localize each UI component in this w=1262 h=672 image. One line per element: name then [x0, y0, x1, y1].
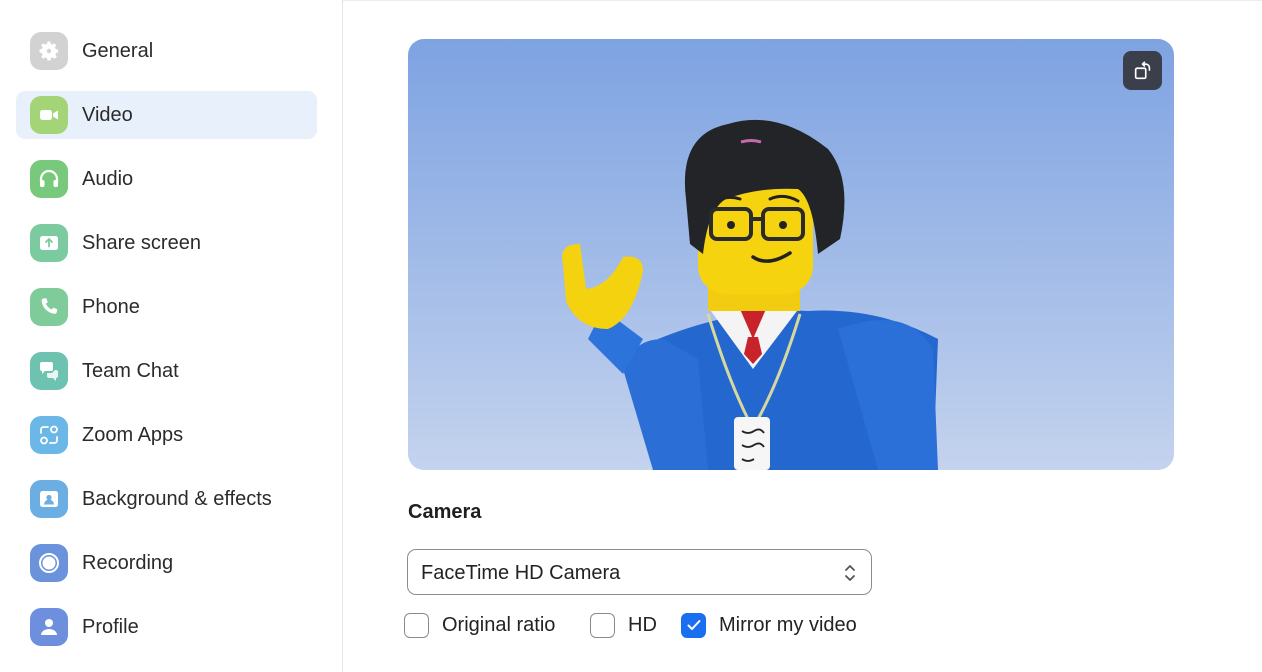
sidebar-item-label: Audio: [82, 168, 134, 190]
mirror-video-option[interactable]: Mirror my video: [681, 611, 857, 639]
chat-icon: [30, 352, 68, 390]
sidebar-item-label: Background & effects: [82, 488, 272, 510]
original-ratio-checkbox[interactable]: [404, 612, 429, 638]
sidebar-item-label: Video: [82, 104, 133, 126]
sidebar-item-share-screen[interactable]: Share screen: [16, 219, 317, 267]
sidebar-item-recording[interactable]: Recording: [16, 539, 317, 587]
video-preview: [408, 39, 1174, 470]
camera-section-title: Camera: [408, 501, 482, 523]
camera-preview-figure: [562, 119, 938, 470]
sidebar-item-audio[interactable]: Audio: [16, 155, 317, 203]
sidebar-item-team-chat[interactable]: Team Chat: [16, 347, 317, 395]
sidebar-item-label: General: [82, 40, 154, 62]
sidebar-item-label: Profile: [82, 616, 139, 638]
rotate-video-button[interactable]: [1123, 51, 1162, 90]
apps-icon: [30, 416, 68, 454]
phone-icon: [30, 288, 68, 326]
sidebar-item-zoom-apps[interactable]: Zoom Apps: [16, 411, 317, 459]
sidebar-item-label: Zoom Apps: [82, 424, 184, 446]
share-screen-icon: [30, 224, 68, 262]
sidebar-item-label: Phone: [82, 296, 140, 318]
hd-option[interactable]: HD: [590, 611, 657, 639]
camera-select[interactable]: FaceTime HD Camera: [407, 549, 872, 595]
profile-icon: [30, 608, 68, 646]
rotate-icon: [1134, 60, 1150, 79]
hd-label: HD: [628, 613, 657, 636]
hd-checkbox[interactable]: [590, 612, 615, 638]
settings-sidebar: General Video Audio Share screen Phone T…: [0, 0, 342, 672]
original-ratio-label: Original ratio: [442, 613, 556, 636]
chevron-up-down-icon: [845, 565, 855, 581]
gear-icon: [30, 32, 68, 70]
video-camera-icon: [30, 96, 68, 134]
headphones-icon: [30, 160, 68, 198]
background-icon: [30, 480, 68, 518]
camera-select-value: FaceTime HD Camera: [421, 562, 621, 584]
sidebar-item-label: Team Chat: [82, 360, 179, 382]
recording-icon: [30, 544, 68, 582]
sidebar-item-phone[interactable]: Phone: [16, 283, 317, 331]
sidebar-item-profile[interactable]: Profile: [16, 603, 317, 651]
checkmark-icon: [687, 620, 700, 630]
mirror-video-checkbox[interactable]: [681, 612, 706, 638]
sidebar-item-video[interactable]: Video: [16, 91, 317, 139]
top-border: [343, 0, 1262, 1]
sidebar-item-general[interactable]: General: [16, 27, 317, 75]
sidebar-item-background-effects[interactable]: Background & effects: [16, 475, 317, 523]
sidebar-divider: [342, 0, 343, 672]
sidebar-item-label: Recording: [82, 552, 174, 574]
sidebar-item-label: Share screen: [82, 232, 201, 254]
original-ratio-option[interactable]: Original ratio: [404, 611, 555, 639]
mirror-video-label: Mirror my video: [719, 613, 857, 636]
